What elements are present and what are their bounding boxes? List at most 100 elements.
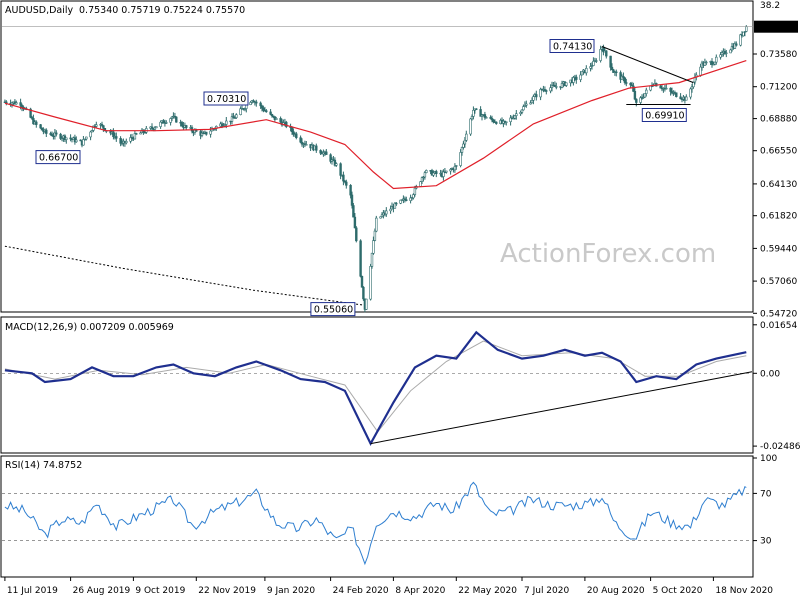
candle-body — [369, 265, 372, 300]
candle-body — [735, 43, 738, 46]
candle-body — [585, 68, 588, 74]
candle-body — [580, 71, 584, 76]
candle-body — [135, 133, 138, 135]
macd-axis-label: 0.00 — [760, 369, 780, 379]
candle-body — [715, 56, 718, 63]
x-axis-label: 5 Oct 2020 — [653, 586, 703, 596]
candle-body — [455, 165, 458, 167]
candle-body — [413, 187, 417, 195]
candle-body — [435, 171, 438, 175]
candle-body — [385, 210, 388, 215]
candle-body — [315, 145, 318, 151]
candle-body — [359, 240, 362, 277]
candle-body — [420, 177, 424, 182]
candle-body — [713, 61, 717, 65]
candle-body — [65, 137, 68, 140]
candle-body — [513, 115, 517, 119]
candle-body — [39, 124, 42, 129]
candle-body — [405, 199, 408, 201]
price-axis-label: 0.68880 — [760, 115, 797, 125]
x-axis-label: 22 May 2020 — [458, 586, 517, 596]
candle-body — [319, 150, 322, 154]
rsi-title: RSI(14) 74.8752 — [5, 460, 82, 471]
candle-body — [185, 125, 188, 128]
candle-body — [102, 125, 105, 129]
macd-line — [4, 330, 747, 446]
candle-body — [195, 129, 198, 132]
price-callout-label: 0.74130 — [553, 42, 592, 53]
candle-body — [659, 85, 662, 89]
candle-body — [352, 205, 355, 218]
candle-body — [205, 131, 208, 135]
candle-body — [299, 137, 302, 143]
candle-body — [155, 126, 158, 129]
candle-body — [595, 60, 598, 62]
price-axis-label: 0.71200 — [760, 83, 797, 93]
candle-body — [265, 110, 268, 113]
rsi-axis-label: 30 — [760, 537, 772, 547]
x-axis-label: 18 Nov 2020 — [715, 586, 773, 596]
candle-body — [470, 116, 474, 120]
rsi-line — [4, 481, 747, 566]
candle-body — [45, 129, 48, 134]
candle-body — [290, 127, 294, 133]
candle-body — [530, 100, 534, 104]
candle-body — [520, 109, 524, 113]
candle-body — [459, 152, 462, 166]
candle-body — [535, 94, 538, 98]
rsi-axis-label: 70 — [760, 489, 772, 499]
candle-body — [539, 89, 542, 98]
candle-body — [605, 50, 608, 57]
candle-body — [350, 194, 354, 206]
candle-body — [119, 138, 122, 144]
candle-body — [95, 124, 98, 127]
price-axis-label: 0.73580 — [760, 50, 797, 60]
long-ma-line — [4, 245, 365, 306]
candle-body — [432, 172, 435, 176]
candle-body — [565, 82, 568, 86]
candle-body — [739, 34, 742, 46]
price-callout-label: 0.69910 — [645, 111, 684, 122]
candle-body — [360, 275, 364, 288]
candle-body — [372, 240, 375, 254]
price-callout-label: 0.66700 — [39, 153, 78, 164]
candle-body — [235, 114, 238, 118]
candle-body — [345, 181, 348, 186]
price-axis-label: 0.64130 — [760, 180, 797, 190]
rsi-panel-frame — [0, 455, 754, 578]
candle-body — [370, 252, 374, 267]
candle-body — [85, 136, 88, 140]
candle-body — [705, 61, 708, 64]
candle-body — [690, 86, 694, 90]
candle-body — [579, 74, 582, 80]
price-axis-label: 0.59440 — [760, 244, 797, 254]
x-axis-label: 8 Apr 2020 — [395, 586, 445, 596]
candle-body — [425, 170, 428, 173]
candle-body — [112, 131, 115, 137]
x-axis-label: 9 Jan 2020 — [267, 586, 315, 596]
candle-body — [412, 194, 415, 199]
x-axis-label: 26 Aug 2019 — [73, 586, 131, 596]
price-axis-label: 0.61820 — [760, 212, 797, 222]
x-axis-label: 22 Nov 2019 — [198, 586, 256, 596]
candle-body — [469, 118, 472, 135]
candle-body — [175, 116, 178, 123]
candle-body — [725, 52, 728, 55]
candle-body — [355, 227, 358, 242]
candle-body — [525, 103, 528, 106]
candle-body — [643, 93, 647, 98]
candle-body — [635, 98, 638, 103]
candle-body — [362, 286, 365, 300]
price-axis-label: 0.57060 — [760, 277, 797, 287]
macd-trendline — [370, 371, 753, 445]
macd-layer — [2, 330, 753, 446]
candle-body — [623, 77, 627, 83]
candle-body — [625, 82, 628, 84]
price-callout-label: 0.70310 — [207, 94, 246, 105]
candle-body — [669, 87, 672, 92]
fib-label: 38.2 — [760, 1, 780, 11]
axis-layer: 0.73580 0.71200 0.68880 0.66550 0.64130 0.618… — [2, 20, 800, 596]
candle-body — [82, 139, 85, 146]
candle-body — [633, 91, 637, 100]
candle-body — [632, 85, 635, 92]
